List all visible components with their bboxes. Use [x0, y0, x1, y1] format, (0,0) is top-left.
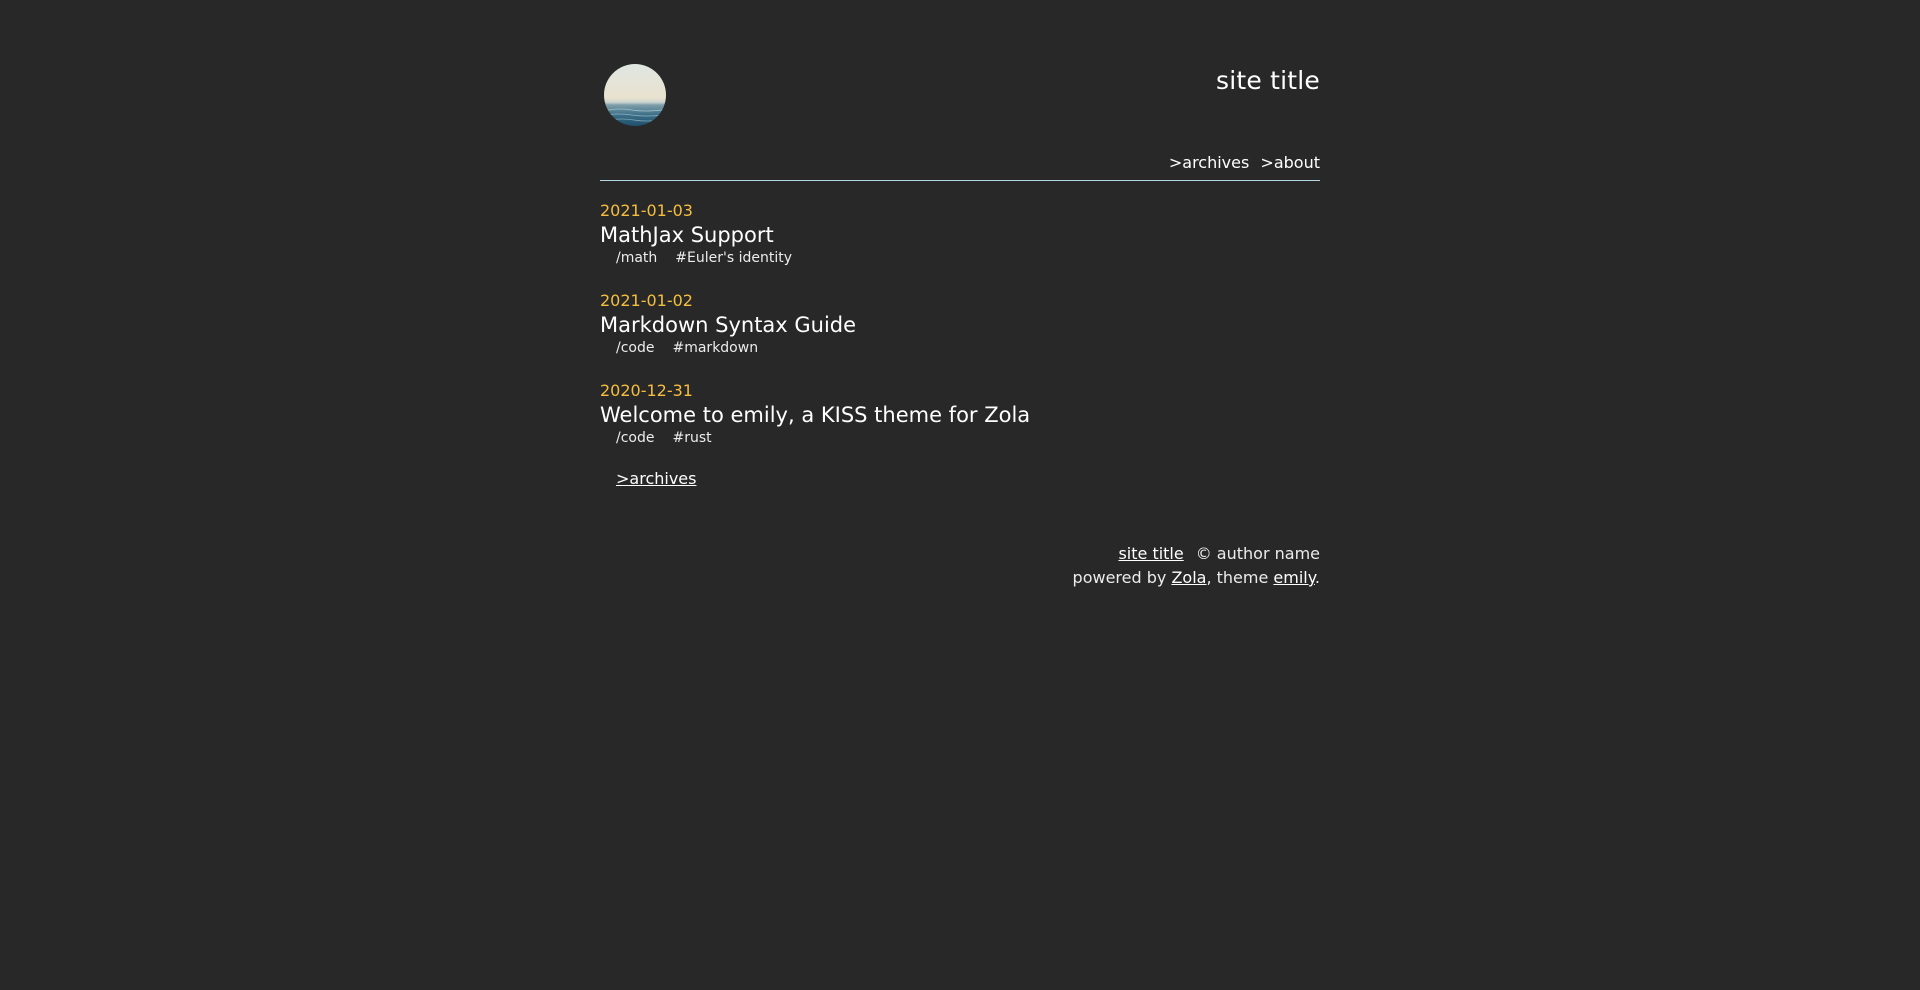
main-nav: >archives >about: [1163, 153, 1320, 172]
footer-period: .: [1314, 568, 1320, 587]
post-category-link[interactable]: /code: [616, 430, 654, 446]
page-container: site title >archives >about 2021-01-03 M…: [600, 0, 1320, 590]
post-tag-link[interactable]: #Euler's identity: [675, 250, 792, 266]
archives-link[interactable]: >archives: [616, 469, 696, 488]
footer-site-title-link[interactable]: site title: [1118, 544, 1183, 563]
footer-emily-link[interactable]: emily: [1273, 568, 1315, 587]
site-header: site title >archives >about: [600, 0, 1320, 181]
post-meta: /math #Euler's identity: [600, 248, 1320, 268]
post-item: 2020-12-31 Welcome to emily, a KISS them…: [600, 380, 1320, 448]
post-date: 2021-01-03: [600, 201, 693, 220]
post-title-link[interactable]: Markdown Syntax Guide: [600, 312, 1320, 338]
footer-zola-link[interactable]: Zola: [1171, 568, 1206, 587]
post-title-link[interactable]: MathJax Support: [600, 222, 1320, 248]
footer-powered-prefix: powered by: [1072, 568, 1172, 587]
post-category-link[interactable]: /code: [616, 340, 654, 356]
post-tag-link[interactable]: #rust: [672, 430, 711, 446]
post-list: 2021-01-03 MathJax Support /math #Euler's…: [600, 181, 1320, 490]
nav-archives-link[interactable]: >archives: [1169, 153, 1249, 172]
site-title[interactable]: site title: [1216, 66, 1320, 95]
footer-line-1: site title © author name: [600, 542, 1320, 566]
post-date: 2020-12-31: [600, 381, 693, 400]
post-date: 2021-01-02: [600, 291, 693, 310]
post-category-link[interactable]: /math: [616, 250, 657, 266]
post-meta: /code #markdown: [600, 338, 1320, 358]
footer-copyright: © author name: [1195, 544, 1320, 563]
footer-theme-text: , theme: [1206, 568, 1274, 587]
site-footer: site title © author name powered by Zola,…: [600, 542, 1320, 590]
footer-line-2: powered by Zola, theme emily.: [600, 566, 1320, 590]
avatar-image[interactable]: [604, 64, 666, 126]
archives-link-wrapper: >archives: [600, 468, 1320, 490]
sea-avatar-picture: [604, 64, 666, 126]
post-title-link[interactable]: Welcome to emily, a KISS theme for Zola: [600, 402, 1320, 428]
post-tag-link[interactable]: #markdown: [672, 340, 758, 356]
post-item: 2021-01-02 Markdown Syntax Guide /code #m…: [600, 290, 1320, 358]
nav-about-link[interactable]: >about: [1260, 153, 1320, 172]
post-item: 2021-01-03 MathJax Support /math #Euler's…: [600, 200, 1320, 268]
post-meta: /code #rust: [600, 428, 1320, 448]
